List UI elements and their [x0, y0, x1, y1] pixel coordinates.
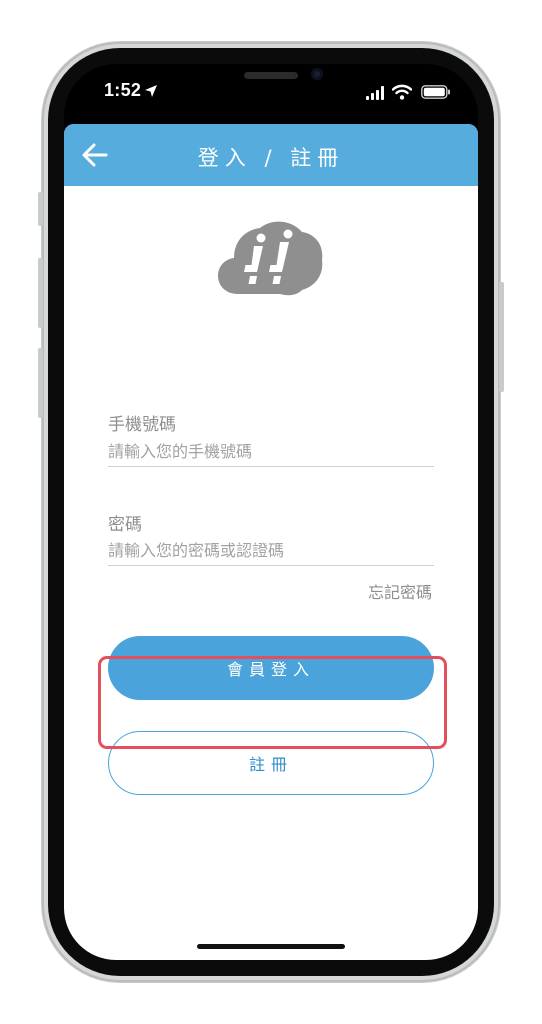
status-time: 1:52: [104, 80, 142, 100]
page-title: 登入 / 註冊: [197, 146, 345, 170]
power-button: [499, 282, 504, 392]
password-label: 密碼: [108, 515, 142, 535]
earpiece-speaker: [244, 72, 298, 79]
nav-bar: 登入 / 註冊: [64, 124, 478, 186]
wifi-icon: [392, 84, 412, 100]
phone-screen: 1:52 登入 / 註冊 手機號碼 請輸入您的手機號碼 密碼 忘記密碼 會員登入…: [64, 64, 478, 960]
status-bar: 1:52: [64, 64, 478, 124]
phone-number-input[interactable]: [108, 436, 434, 467]
cloud-logo-icon: [218, 221, 323, 296]
battery-icon: [421, 85, 450, 99]
register-button[interactable]: 註冊: [108, 731, 434, 795]
location-arrow-icon: [145, 85, 157, 97]
volume-up-button: [38, 258, 43, 328]
mute-switch: [38, 192, 43, 226]
front-camera: [311, 68, 323, 80]
volume-down-button: [38, 348, 43, 418]
home-indicator[interactable]: [197, 944, 345, 949]
app-screen: 登入 / 註冊 手機號碼 密碼 忘記密碼 會員登入 註冊: [64, 124, 478, 960]
member-login-button[interactable]: 會員登入: [108, 636, 434, 700]
cellular-signal-icon: [366, 86, 384, 100]
phone-number-label: 手機號碼: [108, 415, 176, 435]
forgot-password-link[interactable]: 忘記密碼: [368, 579, 432, 603]
password-input[interactable]: [108, 535, 434, 566]
